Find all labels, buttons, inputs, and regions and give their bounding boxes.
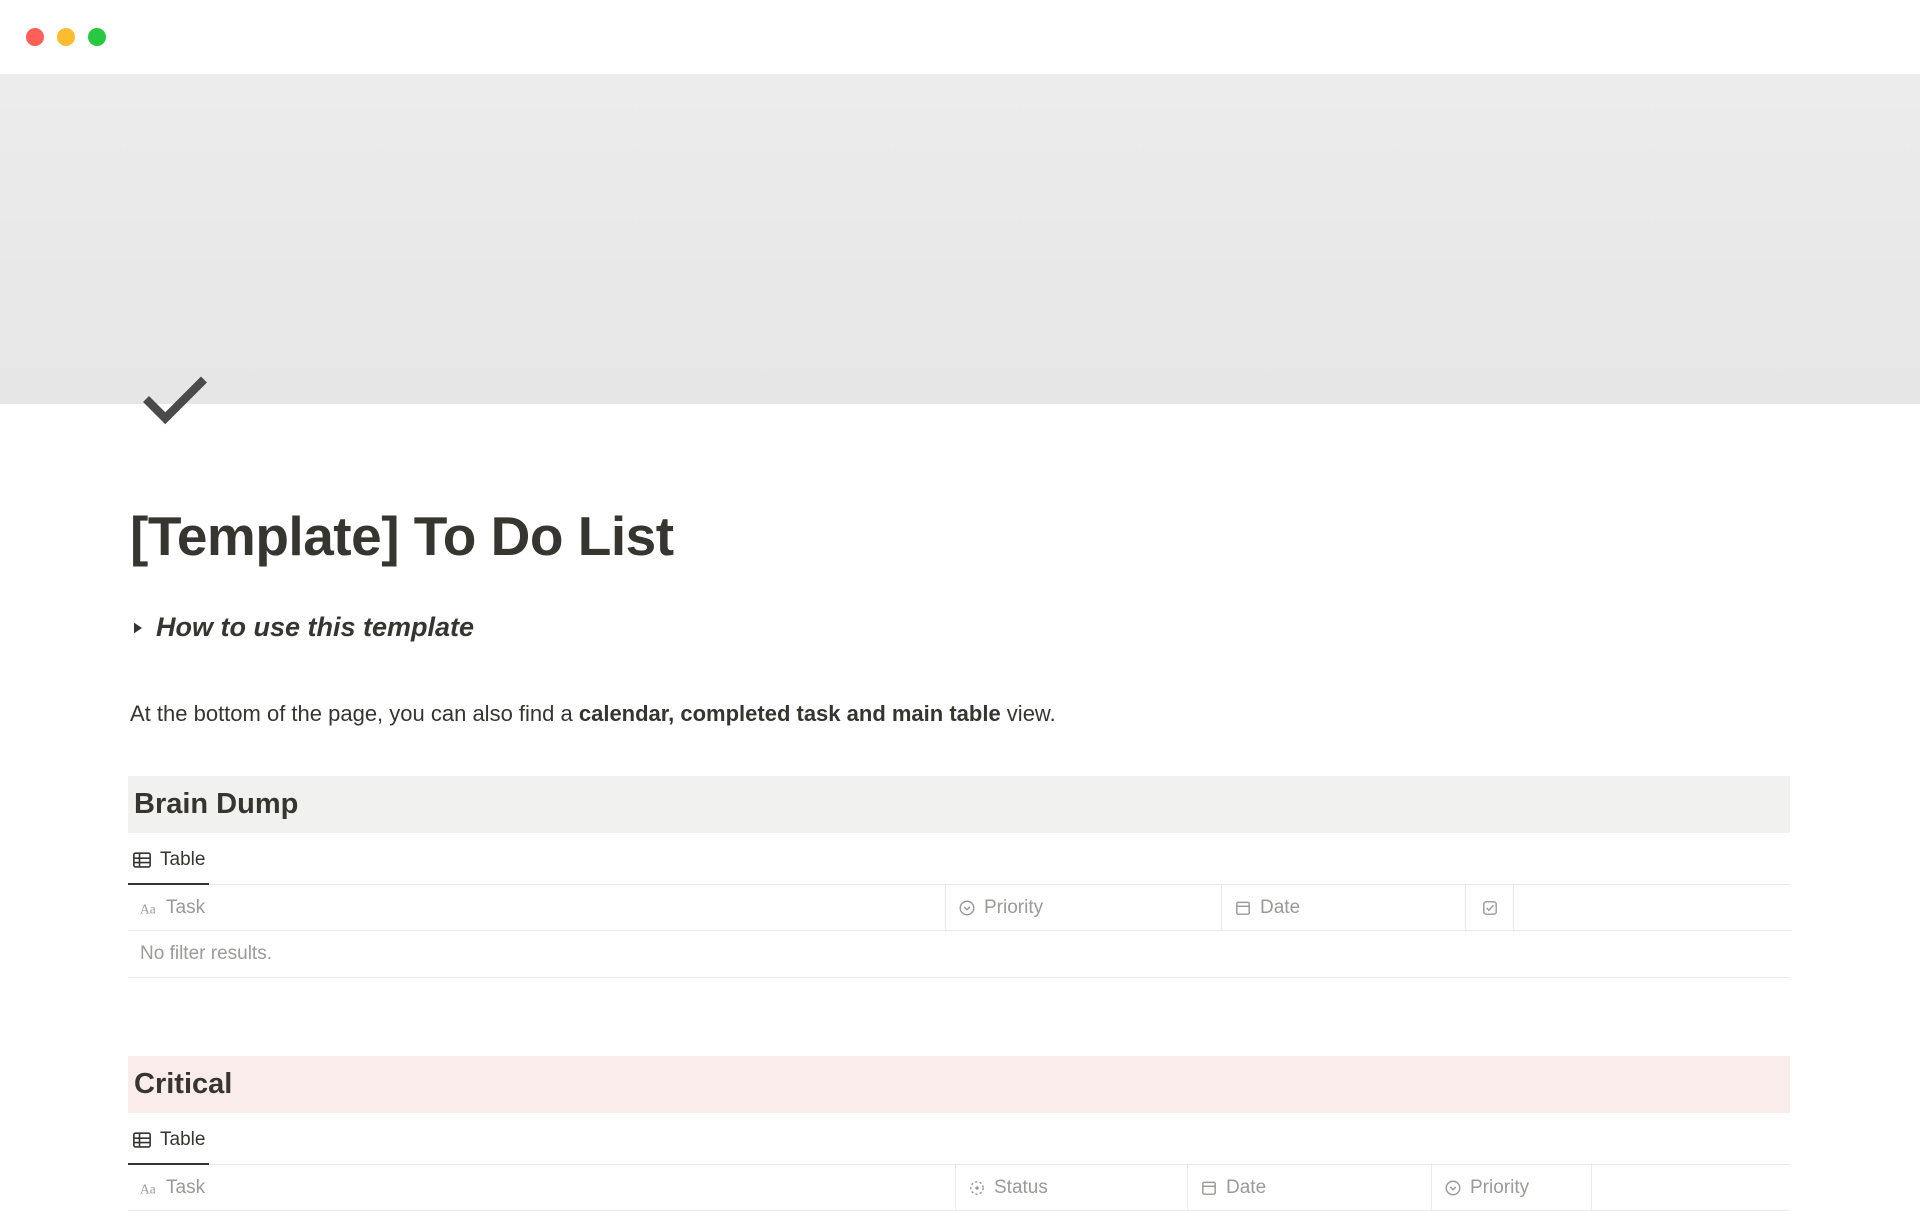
table-header-critical: Aa Task Status Date [128, 1165, 1790, 1211]
section-critical: Critical Table Aa Task [128, 1056, 1790, 1211]
column-header-task[interactable]: Aa Task [128, 885, 946, 930]
page-cover[interactable] [0, 74, 1920, 404]
minimize-window-icon[interactable] [57, 28, 75, 46]
section-heading-brain-dump[interactable]: Brain Dump [128, 776, 1790, 833]
body-text-post: view. [1001, 701, 1056, 726]
view-tabs-critical: Table [128, 1119, 1790, 1165]
section-heading-critical[interactable]: Critical [128, 1056, 1790, 1113]
page-content: [Template] To Do List How to use this te… [0, 404, 1920, 1211]
empty-results-row: No filter results. [128, 931, 1790, 978]
toggle-heading-text: How to use this template [156, 612, 474, 643]
column-label: Task [166, 1177, 205, 1199]
view-tab-label: Table [160, 849, 205, 871]
table-header-brain-dump: Aa Task Priority Date [128, 885, 1790, 931]
column-label: Priority [984, 897, 1043, 919]
page-icon-checkmark[interactable] [135, 362, 215, 442]
select-property-icon [1444, 1179, 1462, 1197]
column-header-priority[interactable]: Priority [946, 885, 1222, 930]
column-label: Date [1260, 897, 1300, 919]
calendar-property-icon [1234, 899, 1252, 917]
column-header-date[interactable]: Date [1188, 1165, 1432, 1210]
checkbox-property-icon [1481, 899, 1499, 917]
toggle-how-to-use[interactable]: How to use this template [130, 612, 1790, 643]
column-header-date[interactable]: Date [1222, 885, 1466, 930]
column-label: Priority [1470, 1177, 1529, 1199]
column-label: Date [1226, 1177, 1266, 1199]
body-text-pre: At the bottom of the page, you can also … [130, 701, 579, 726]
body-text-bold: calendar, completed task and main table [579, 701, 1001, 726]
view-tabs-brain-dump: Table [128, 839, 1790, 885]
column-header-priority[interactable]: Priority [1432, 1165, 1592, 1210]
body-description[interactable]: At the bottom of the page, you can also … [130, 697, 1790, 730]
close-window-icon[interactable] [26, 28, 44, 46]
view-tab-table[interactable]: Table [128, 839, 209, 885]
text-property-icon: Aa [140, 899, 158, 917]
text-property-icon: Aa [140, 1179, 158, 1197]
column-header-add[interactable] [1592, 1165, 1790, 1210]
column-header-add[interactable] [1514, 885, 1790, 930]
toggle-triangle-icon [130, 620, 146, 636]
window-titlebar [0, 0, 1920, 74]
column-label: Task [166, 897, 205, 919]
page-title[interactable]: [Template] To Do List [130, 504, 1790, 568]
column-label: Status [994, 1177, 1048, 1199]
select-property-icon [958, 899, 976, 917]
column-header-checkbox[interactable] [1466, 885, 1514, 930]
calendar-property-icon [1200, 1179, 1218, 1197]
svg-text:Aa: Aa [140, 901, 156, 916]
table-icon [132, 850, 152, 870]
view-tab-label: Table [160, 1129, 205, 1151]
svg-text:Aa: Aa [140, 1181, 156, 1196]
maximize-window-icon[interactable] [88, 28, 106, 46]
column-header-task[interactable]: Aa Task [128, 1165, 956, 1210]
view-tab-table[interactable]: Table [128, 1119, 209, 1165]
status-property-icon [968, 1179, 986, 1197]
section-brain-dump: Brain Dump Table Aa Task [128, 776, 1790, 978]
checkmark-icon [136, 363, 214, 441]
table-icon [132, 1130, 152, 1150]
column-header-status[interactable]: Status [956, 1165, 1188, 1210]
